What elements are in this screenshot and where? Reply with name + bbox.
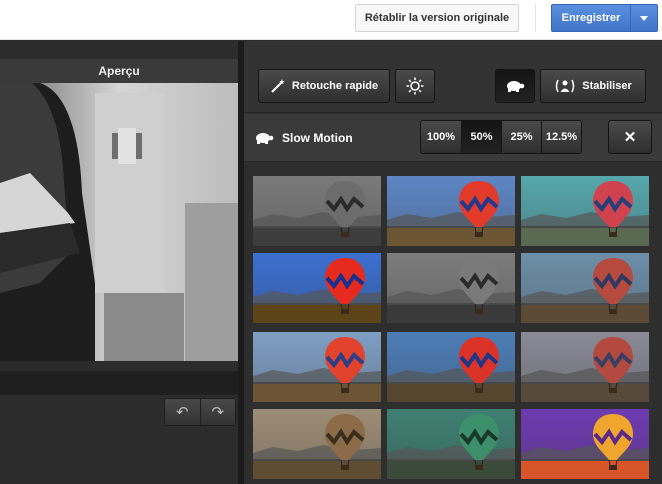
redo-icon[interactable]: ↷ bbox=[199, 399, 235, 425]
brightness-button[interactable] bbox=[395, 69, 435, 103]
filter-thumbnail-green-cross[interactable] bbox=[387, 409, 515, 479]
brightness-icon bbox=[406, 77, 424, 95]
filter-thumbnail-faded[interactable] bbox=[521, 253, 649, 323]
slow-motion-button[interactable] bbox=[495, 69, 535, 103]
slow-motion-title: Slow Motion bbox=[254, 114, 353, 162]
speed-selector: 100% 50% 25% 12.5% bbox=[420, 120, 582, 154]
effects-panel: Retouche rapide Stabiliser Slow Motion 1… bbox=[244, 41, 662, 484]
filter-thumbnail-cool[interactable] bbox=[387, 332, 515, 402]
filter-thumbnail-warm[interactable] bbox=[253, 332, 381, 402]
preview-scrubber[interactable] bbox=[0, 371, 238, 395]
stabilize-icon bbox=[555, 79, 575, 93]
turtle-icon bbox=[507, 81, 525, 92]
speed-option-100[interactable]: 100% bbox=[421, 121, 461, 153]
chevron-down-icon bbox=[640, 15, 648, 21]
save-button-label[interactable]: Enregistrer bbox=[552, 5, 630, 31]
speed-option-50[interactable]: 50% bbox=[461, 121, 501, 153]
divider bbox=[535, 4, 536, 32]
close-button[interactable]: ✕ bbox=[608, 120, 652, 154]
effects-toolbar: Retouche rapide Stabiliser bbox=[244, 41, 662, 113]
undo-icon[interactable]: ↶ bbox=[165, 399, 200, 425]
save-dropdown-button[interactable] bbox=[630, 5, 657, 31]
preview-title: Aperçu bbox=[0, 59, 238, 83]
undo-redo-group: ↶ ↷ bbox=[164, 398, 236, 426]
speed-option-25[interactable]: 25% bbox=[501, 121, 541, 153]
restore-original-button[interactable]: Rétablir la version originale bbox=[355, 4, 519, 32]
filter-thumbnail-natural[interactable] bbox=[387, 176, 515, 246]
filter-thumbnail-teal-cross[interactable] bbox=[521, 176, 649, 246]
filter-thumbnail-grayscale-red-balloon[interactable] bbox=[253, 176, 381, 246]
preview-panel: Aperçu ↶ ↷ bbox=[0, 41, 238, 484]
filter-thumbnail-muted[interactable] bbox=[521, 332, 649, 402]
preview-video[interactable] bbox=[0, 83, 238, 361]
magic-wand-icon bbox=[271, 79, 285, 93]
quick-fix-button[interactable]: Retouche rapide bbox=[258, 69, 390, 103]
filter-thumbnail-vignette-bw[interactable] bbox=[387, 253, 515, 323]
preview-frame-image bbox=[0, 83, 238, 361]
filter-thumbnail-saturated-blue[interactable] bbox=[253, 253, 381, 323]
turtle-icon bbox=[256, 133, 274, 144]
stabilize-button[interactable]: Stabiliser bbox=[540, 69, 646, 103]
slow-motion-bar: Slow Motion 100% 50% 25% 12.5% ✕ bbox=[244, 114, 662, 162]
slow-motion-label: Slow Motion bbox=[282, 131, 353, 145]
filter-thumbnail-purple-sunset[interactable] bbox=[521, 409, 649, 479]
speed-option-12-5[interactable]: 12.5% bbox=[541, 121, 581, 153]
save-button[interactable]: Enregistrer bbox=[551, 4, 658, 32]
filter-thumbnail-sepia[interactable] bbox=[253, 409, 381, 479]
quick-fix-label: Retouche rapide bbox=[291, 80, 379, 92]
top-bar: Rétablir la version originale Enregistre… bbox=[0, 0, 662, 40]
close-icon: ✕ bbox=[623, 129, 637, 146]
stabilize-label: Stabiliser bbox=[582, 80, 632, 92]
